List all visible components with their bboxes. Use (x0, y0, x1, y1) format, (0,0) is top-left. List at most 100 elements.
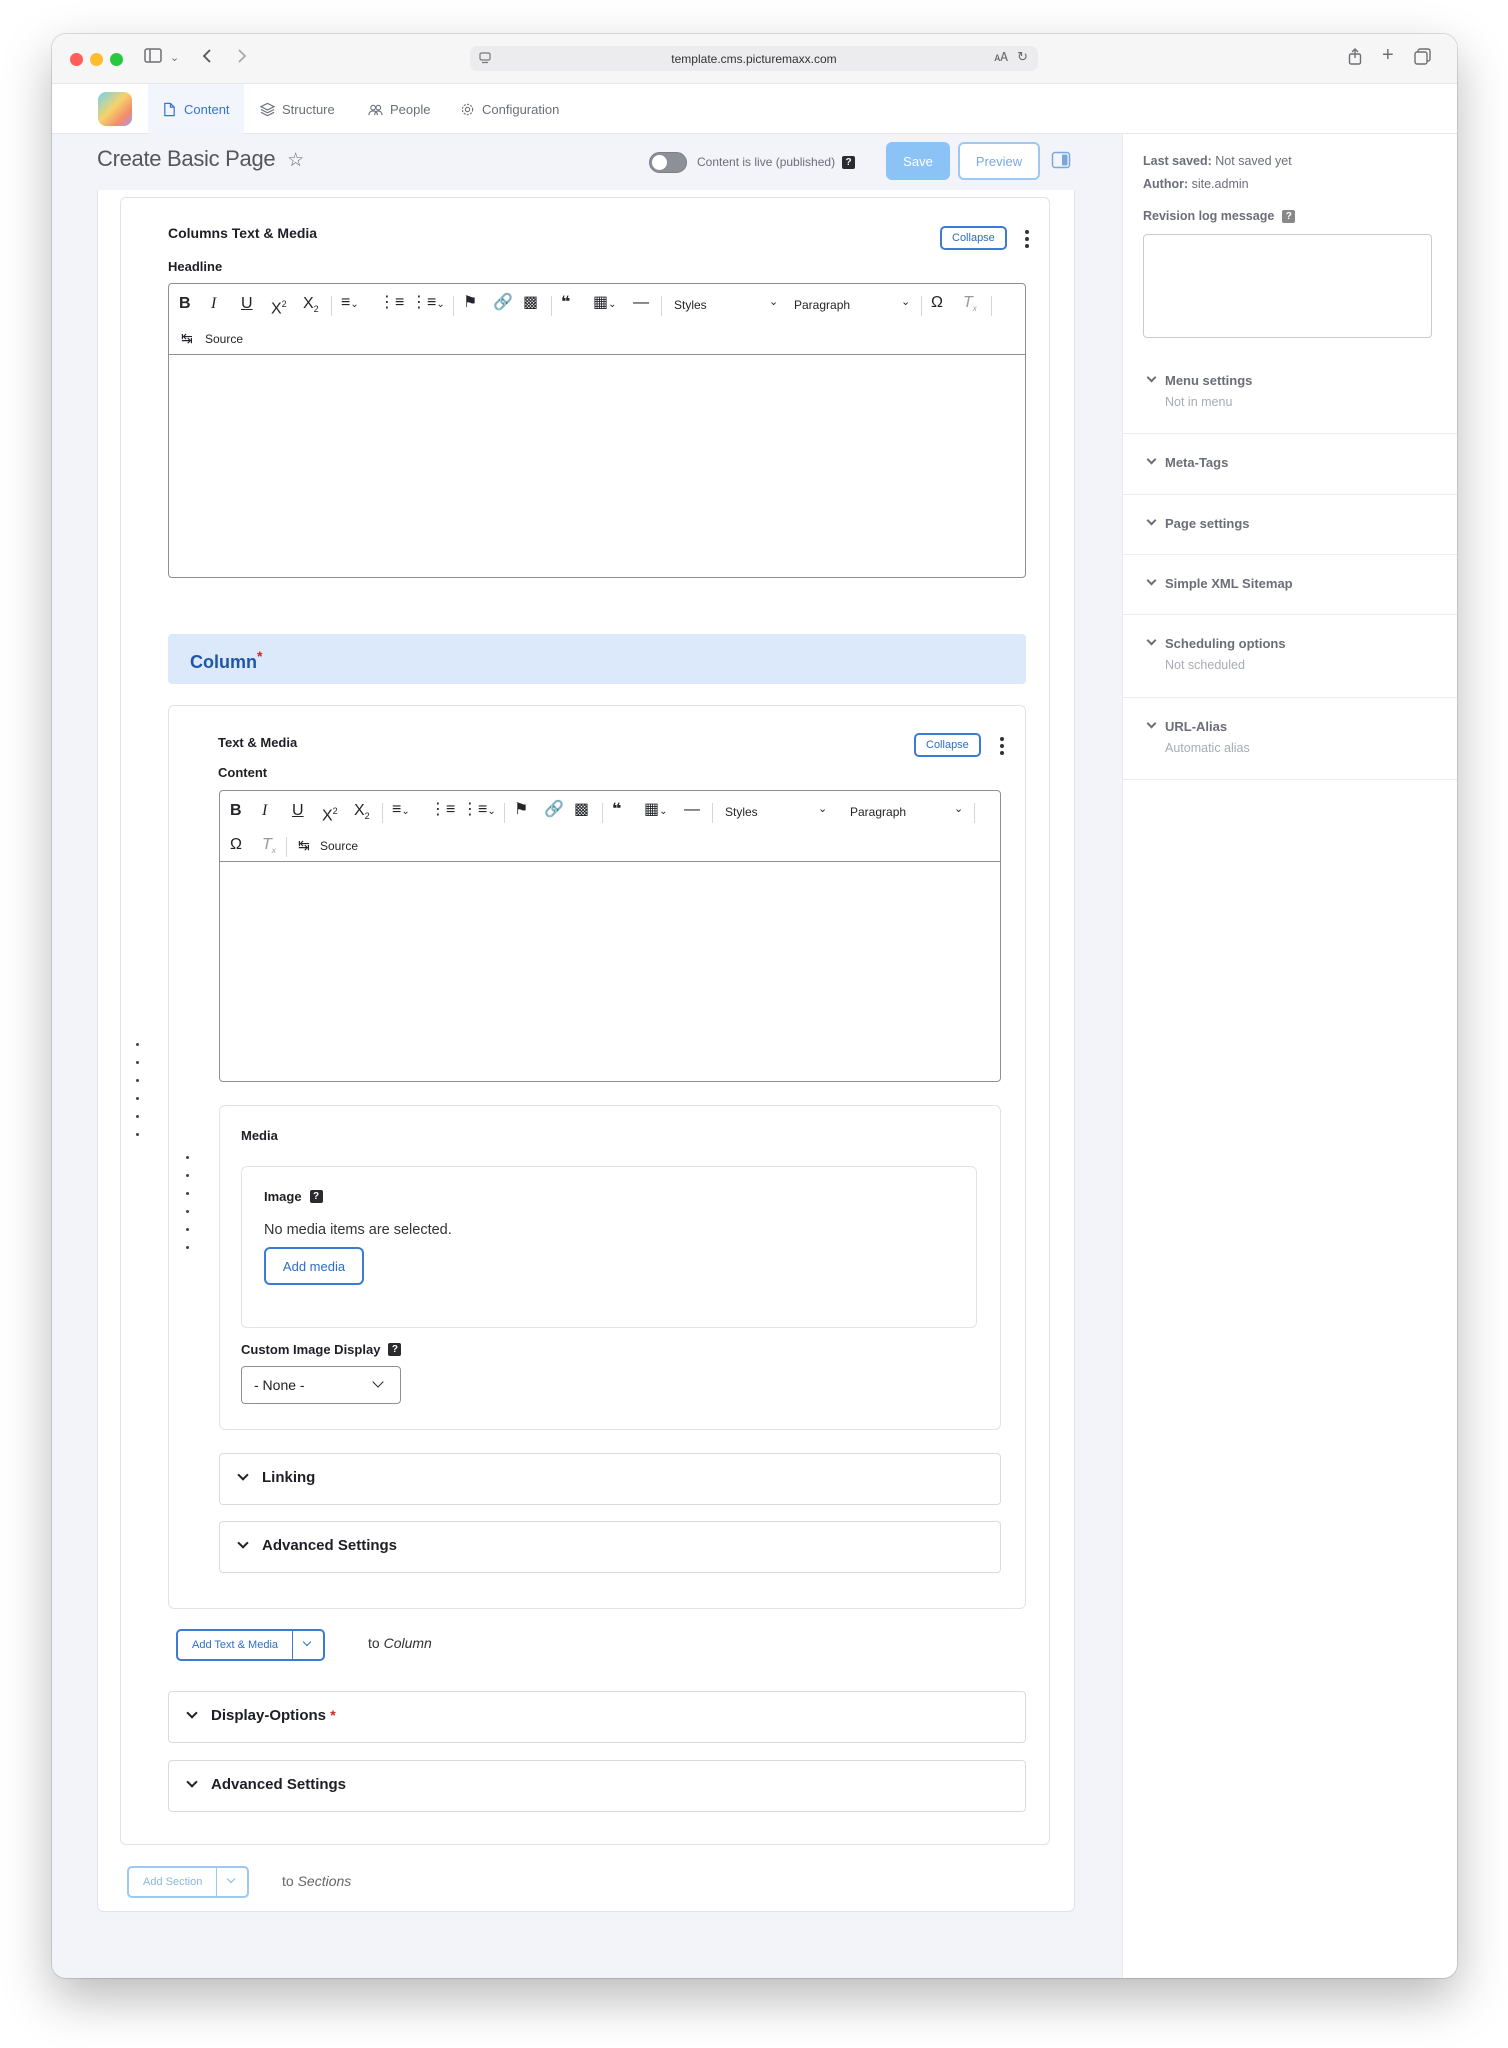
flag-icon[interactable]: ⚑ (463, 293, 477, 313)
nav-item-structure[interactable]: Structure (260, 84, 335, 134)
last-saved: Last saved: Not saved yet (1143, 154, 1292, 168)
chevron-down-icon[interactable]: ⌄ (170, 48, 179, 68)
back-icon[interactable] (202, 48, 212, 70)
align-icon[interactable]: ≡⌄ (392, 800, 410, 822)
superscript-icon[interactable]: X2 (271, 294, 287, 319)
section-advanced-settings-toggle[interactable]: Advanced Settings (168, 1760, 1026, 1812)
table-icon[interactable]: ▦⌄ (593, 293, 617, 315)
custom-image-display-select[interactable]: - None - (241, 1366, 401, 1404)
media-insert-icon[interactable]: ▩ (574, 800, 589, 820)
add-text-media-button[interactable]: Add Text & Media (176, 1629, 326, 1661)
section-collapse-button[interactable]: Collapse (940, 226, 1007, 250)
add-section-dropdown[interactable] (217, 1868, 247, 1896)
sidebar-item-meta-tags[interactable]: Meta-Tags (1123, 434, 1457, 495)
drag-handle-icon[interactable] (185, 1147, 193, 1255)
inner-advanced-settings-toggle[interactable]: Advanced Settings (219, 1521, 1001, 1573)
link-icon[interactable]: 🔗 (544, 800, 564, 820)
bold-icon[interactable]: B (230, 801, 242, 821)
styles-dropdown[interactable]: Styles (674, 295, 707, 315)
linking-toggle[interactable]: Linking (219, 1453, 1001, 1505)
tab-overview-icon[interactable] (1414, 48, 1431, 71)
underline-icon[interactable]: U (292, 801, 304, 821)
sidebar-item-simple-xml-sitemap[interactable]: Simple XML Sitemap (1123, 555, 1457, 615)
bold-icon[interactable]: B (179, 294, 191, 314)
required-mark: * (330, 1707, 336, 1723)
add-text-media-dropdown[interactable] (293, 1631, 323, 1659)
text-media-more-icon[interactable] (1000, 737, 1004, 758)
link-icon[interactable]: 🔗 (493, 293, 513, 313)
sidebar-item-url-alias[interactable]: URL-Alias Automatic alias (1123, 698, 1457, 780)
blockquote-icon[interactable]: ❝ (561, 293, 570, 313)
section-more-icon[interactable] (1025, 230, 1029, 251)
paragraph-dropdown[interactable]: Paragraph (794, 295, 850, 315)
star-icon[interactable]: ☆ (287, 150, 304, 171)
italic-icon[interactable]: I (262, 801, 267, 821)
superscript-icon[interactable]: X2 (322, 801, 338, 826)
text-media-collapse-button[interactable]: Collapse (914, 733, 981, 757)
styles-dropdown[interactable]: Styles (725, 802, 758, 822)
paragraph-dropdown[interactable]: Paragraph (850, 802, 906, 822)
source-icon[interactable]: ↹ (298, 835, 310, 855)
underline-icon[interactable]: U (241, 294, 253, 314)
media-insert-icon[interactable]: ▩ (523, 293, 538, 313)
horizontal-line-icon[interactable]: — (633, 293, 649, 313)
document-icon (164, 102, 175, 116)
preview-button[interactable]: Preview (958, 142, 1040, 180)
align-icon[interactable]: ≡⌄ (341, 293, 359, 315)
help-icon[interactable]: ? (388, 1343, 402, 1356)
to-target: Column (383, 1635, 432, 1651)
new-tab-icon[interactable]: + (1382, 45, 1394, 65)
revision-log-textarea[interactable] (1143, 234, 1432, 338)
display-options-toggle[interactable]: Display-Options * (168, 1691, 1026, 1743)
numbered-list-icon[interactable]: ⋮≡⌄ (411, 293, 445, 315)
forward-icon[interactable] (237, 48, 247, 70)
site-settings-icon[interactable] (478, 51, 492, 68)
author-key: Author: (1143, 177, 1189, 191)
published-toggle[interactable] (649, 152, 687, 173)
site-logo[interactable] (98, 92, 132, 126)
share-icon[interactable] (1348, 48, 1362, 71)
zoom-window-button[interactable] (110, 53, 123, 66)
minimize-window-button[interactable] (90, 53, 103, 66)
save-button[interactable]: Save (886, 142, 950, 180)
nav-item-content[interactable]: Content (148, 84, 244, 134)
nav-item-people[interactable]: People (368, 84, 430, 134)
help-icon[interactable]: ? (1282, 209, 1296, 223)
italic-icon[interactable]: I (211, 294, 216, 314)
remove-format-icon[interactable]: Tx (963, 293, 977, 319)
help-icon[interactable]: ? (842, 155, 856, 169)
table-icon[interactable]: ▦⌄ (644, 800, 668, 822)
special-characters-icon[interactable]: Ω (230, 835, 242, 855)
address-bar[interactable]: template.cms.picturemaxx.com 🗚 ↻ (470, 46, 1038, 71)
sidebar-panel-icon[interactable] (1051, 151, 1071, 174)
sidebar-item-scheduling-options[interactable]: Scheduling options Not scheduled (1123, 615, 1457, 698)
reload-icon[interactable]: ↻ (1017, 49, 1028, 65)
add-media-button[interactable]: Add media (264, 1247, 364, 1285)
bulleted-list-icon[interactable]: ⋮≡ (430, 800, 455, 820)
horizontal-line-icon[interactable]: — (684, 800, 700, 820)
numbered-list-icon[interactable]: ⋮≡⌄ (462, 800, 496, 822)
add-section-label[interactable]: Add Section (129, 1868, 218, 1896)
blockquote-icon[interactable]: ❝ (612, 800, 621, 820)
sidebar-item-menu-settings[interactable]: Menu settings Not in menu (1123, 352, 1457, 434)
close-window-button[interactable] (70, 53, 83, 66)
add-text-media-label[interactable]: Add Text & Media (178, 1631, 294, 1659)
drag-handle-icon[interactable] (135, 1034, 143, 1142)
source-button[interactable]: Source (205, 329, 243, 349)
bulleted-list-icon[interactable]: ⋮≡ (379, 293, 404, 313)
source-icon[interactable]: ↹ (181, 328, 193, 348)
subscript-icon[interactable]: X2 (354, 801, 370, 826)
last-saved-value: Not saved yet (1215, 154, 1292, 168)
add-section-button[interactable]: Add Section (127, 1866, 250, 1898)
help-icon[interactable]: ? (309, 1190, 323, 1203)
text-media-title: Text & Media (218, 735, 298, 750)
sidebar-item-page-settings[interactable]: Page settings (1123, 495, 1457, 555)
sidebar-toggle-icon[interactable] (144, 48, 162, 69)
source-button[interactable]: Source (320, 836, 358, 856)
nav-item-configuration[interactable]: Configuration (460, 84, 559, 134)
special-characters-icon[interactable]: Ω (931, 293, 943, 313)
flag-icon[interactable]: ⚑ (514, 800, 528, 820)
remove-format-icon[interactable]: Tx (262, 835, 276, 861)
subscript-icon[interactable]: X2 (303, 294, 319, 319)
translate-icon[interactable]: 🗚 (994, 50, 1008, 65)
